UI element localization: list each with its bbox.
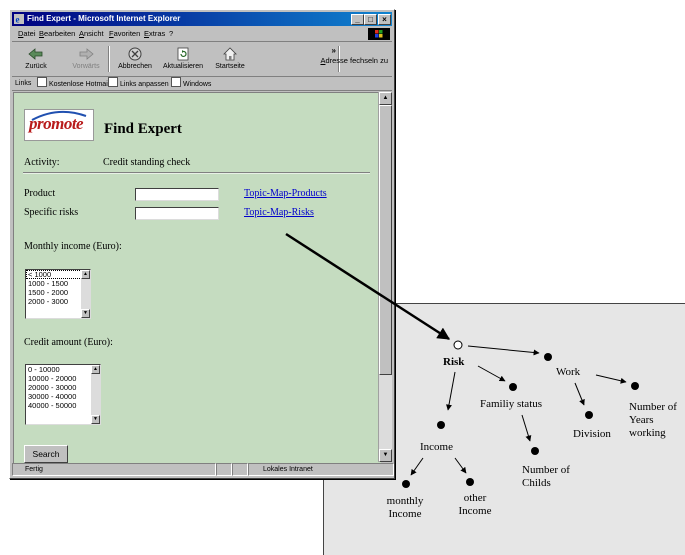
links-bar: Links Kostenlose Hotmail Links anpassen … <box>12 77 392 91</box>
credit-amount-listbox[interactable]: 0 - 10000 10000 - 20000 20000 - 30000 30… <box>25 364 101 425</box>
logo-text: promote <box>29 114 84 133</box>
product-input[interactable] <box>135 188 219 201</box>
link-customize-label: Links anpassen <box>120 81 169 88</box>
menu-ansicht[interactable]: Ansicht <box>79 27 104 41</box>
ie-page-icon <box>171 77 181 87</box>
zone-cell: Lokales Intranet <box>248 463 394 476</box>
windows-logo-icon <box>368 28 390 40</box>
back-button[interactable]: Zurück <box>16 44 56 74</box>
menu-help[interactable]: ? <box>169 27 173 41</box>
childs-label: Number of Childs <box>522 464 570 489</box>
browser-window: e Find Expert - Microsoft Internet Explo… <box>9 9 395 479</box>
stop-icon <box>128 47 142 61</box>
scroll-up-arrow-icon[interactable]: ▲ <box>81 270 90 279</box>
menu-bearbeiten[interactable]: Bearbeiten <box>39 27 75 41</box>
refresh-label: Aktualisieren <box>162 63 204 70</box>
credit-option[interactable]: 10000 - 20000 <box>26 374 100 383</box>
toolbar: Zurück Vorwärts Abbrechen Aktualisieren <box>12 42 392 77</box>
back-arrow-icon <box>28 48 43 60</box>
zone-text: Lokales Intranet <box>263 466 313 473</box>
stop-button[interactable]: Abbrechen <box>112 44 158 74</box>
risk-label: Risk <box>443 356 465 368</box>
promote-logo: promote <box>24 109 94 141</box>
income-label: Income <box>420 441 453 453</box>
credit-option[interactable]: 30000 - 40000 <box>26 392 100 401</box>
credit-option[interactable]: 0 - 10000 <box>26 365 100 374</box>
credit-option[interactable]: 40000 - 50000 <box>26 401 100 410</box>
maximize-button[interactable]: □ <box>364 14 377 25</box>
menu-bar: Datei Bearbeiten Ansicht Favoriten Extra… <box>12 27 392 42</box>
listbox-scrollbar[interactable]: ▲ ▼ <box>91 365 100 424</box>
scroll-down-arrow-icon[interactable]: ▼ <box>81 309 90 318</box>
monthly-income-label: Monthly income (Euro): <box>24 241 122 252</box>
specific-risks-input[interactable] <box>135 207 219 220</box>
status-cell <box>232 463 248 476</box>
toolbar-separator <box>108 46 110 72</box>
topic-map-risks-link[interactable]: Topic-Map-Risks <box>244 207 314 218</box>
close-button[interactable]: × <box>378 14 391 25</box>
division-label: Division <box>573 428 611 440</box>
links-label[interactable]: Links <box>15 77 31 90</box>
years-working-label: Number of Years working <box>629 401 677 439</box>
specific-risks-label: Specific risks <box>24 207 79 218</box>
menu-extras[interactable]: Extras <box>144 27 165 41</box>
family-status-label: Familiy status <box>480 398 543 410</box>
divider <box>23 172 370 174</box>
link-hotmail-label: Kostenlose Hotmail <box>49 81 110 88</box>
forward-button[interactable]: Vorwärts <box>66 44 106 74</box>
work-label: Work <box>556 366 581 378</box>
search-button[interactable]: Search <box>24 445 68 463</box>
ie-page-icon <box>108 77 118 87</box>
listbox-scrollbar[interactable]: ▲ ▼ <box>81 270 90 318</box>
minimize-button[interactable]: _ <box>351 14 364 25</box>
scroll-up-arrow-icon[interactable]: ▲ <box>91 365 100 374</box>
status-cell <box>216 463 232 476</box>
topic-map-products-link[interactable]: Topic-Map-Products <box>244 188 327 199</box>
menu-datei[interactable]: Datei <box>18 27 36 41</box>
refresh-icon <box>177 47 189 61</box>
forward-arrow-icon <box>79 48 94 60</box>
forward-label: Vorwärts <box>72 63 100 70</box>
activity-label: Activity: <box>24 157 60 168</box>
stop-label: Abbrechen <box>118 63 152 70</box>
link-windows[interactable]: Windows <box>171 77 211 91</box>
toolbar-overflow-chevron[interactable]: » <box>332 46 336 55</box>
svg-text:e: e <box>16 15 20 25</box>
back-label: Zurück <box>25 63 47 70</box>
scroll-down-arrow-icon[interactable]: ▼ <box>379 449 392 462</box>
scroll-up-arrow-icon[interactable]: ▲ <box>379 92 392 105</box>
address-bar-toggle[interactable]: Adresse fechseln zu <box>320 56 388 65</box>
status-text: Fertig <box>25 466 43 473</box>
window-title: Find Expert - Microsoft Internet Explore… <box>27 14 181 23</box>
home-label: Startseite <box>215 63 245 70</box>
product-label: Product <box>24 188 56 199</box>
link-windows-label: Windows <box>183 81 212 88</box>
link-hotmail[interactable]: Kostenlose Hotmail <box>37 77 109 91</box>
page-title: Find Expert <box>104 121 182 137</box>
link-customize[interactable]: Links anpassen <box>108 77 169 91</box>
credit-option[interactable]: 20000 - 30000 <box>26 383 100 392</box>
page-scrollbar[interactable]: ▲ ▼ <box>378 92 392 462</box>
credit-amount-label: Credit amount (Euro): <box>24 337 113 348</box>
monthly-income-listbox[interactable]: < 1000 1000 - 1500 1500 - 2000 2000 - 30… <box>25 269 91 319</box>
ie-logo-icon: e <box>14 14 24 24</box>
home-button[interactable]: Startseite <box>210 44 250 74</box>
monthly-income-label: monthly Income <box>386 495 424 520</box>
status-text-cell: Fertig <box>12 463 216 476</box>
status-bar: Fertig Lokales Intranet <box>12 463 394 476</box>
scroll-down-arrow-icon[interactable]: ▼ <box>91 415 100 424</box>
title-bar[interactable]: e Find Expert - Microsoft Internet Explo… <box>12 12 392 26</box>
other-income-label: other Income <box>458 492 492 517</box>
activity-value: Credit standing check <box>103 157 191 168</box>
page-content: promote Find Expert Activity: Credit sta… <box>13 92 381 464</box>
home-icon <box>223 47 237 61</box>
scrollbar-thumb[interactable] <box>379 105 392 375</box>
ie-page-icon <box>37 77 47 87</box>
menu-favoriten[interactable]: Favoriten <box>109 27 140 41</box>
refresh-button[interactable]: Aktualisieren <box>158 44 208 74</box>
